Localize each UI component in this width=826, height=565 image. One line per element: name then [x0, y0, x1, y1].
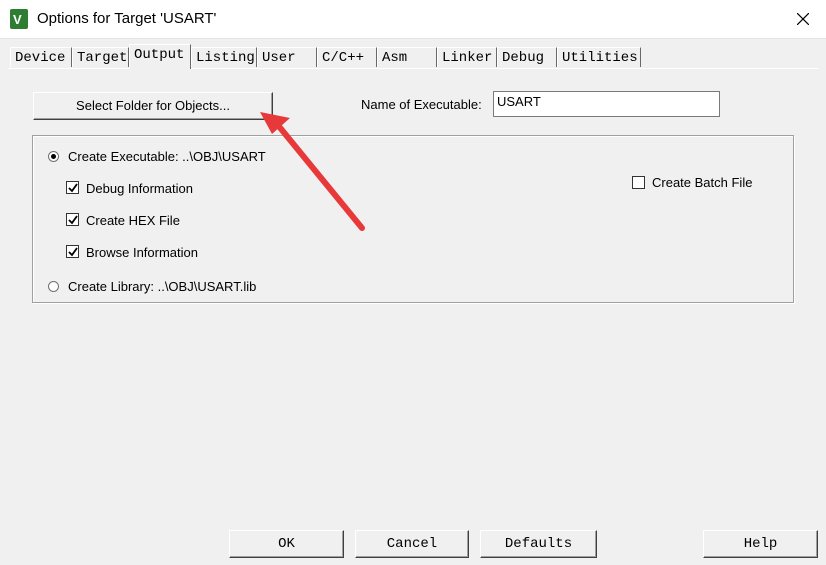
- close-button[interactable]: [780, 0, 826, 38]
- window-title: Options for Target 'USART': [37, 10, 217, 27]
- create-executable-radio[interactable]: [48, 151, 59, 162]
- create-library-radio[interactable]: [48, 281, 59, 292]
- name-of-executable-input[interactable]: USART: [493, 91, 720, 117]
- create-executable-label: Create Executable: ..\OBJ\USART: [68, 149, 266, 164]
- checkmark-icon: [68, 183, 78, 193]
- tab-user[interactable]: User: [257, 47, 317, 67]
- checkmark-icon: [68, 215, 78, 225]
- defaults-button[interactable]: Defaults: [480, 530, 597, 558]
- close-icon: [797, 13, 809, 25]
- tab-linker[interactable]: Linker: [437, 47, 497, 67]
- name-of-executable-label: Name of Executable:: [361, 97, 482, 112]
- tab-debug[interactable]: Debug: [497, 47, 557, 67]
- tab-device[interactable]: Device: [10, 47, 72, 67]
- checkmark-icon: [68, 247, 78, 257]
- select-folder-for-objects-button[interactable]: Select Folder for Objects...: [33, 92, 273, 120]
- create-library-label: Create Library: ..\OBJ\USART.lib: [68, 279, 257, 294]
- tab-output[interactable]: Output: [129, 44, 191, 69]
- radio-selected-dot: [51, 154, 56, 159]
- debug-information-label: Debug Information: [86, 181, 193, 196]
- create-batch-file-checkbox[interactable]: [632, 176, 645, 189]
- create-hex-file-label: Create HEX File: [86, 213, 180, 228]
- tab-utilities[interactable]: Utilities: [557, 47, 641, 67]
- tab-asm[interactable]: Asm: [377, 47, 437, 67]
- tab-target[interactable]: Target: [72, 47, 129, 67]
- keil-app-icon: V: [10, 9, 28, 29]
- svg-text:V: V: [13, 12, 22, 27]
- create-batch-file-label: Create Batch File: [652, 175, 753, 190]
- browse-information-label: Browse Information: [86, 245, 198, 260]
- browse-information-checkbox[interactable]: [66, 245, 79, 258]
- cancel-button[interactable]: Cancel: [355, 530, 469, 558]
- help-button[interactable]: Help: [703, 530, 818, 558]
- create-hex-file-checkbox[interactable]: [66, 213, 79, 226]
- tab-listing[interactable]: Listing: [191, 47, 257, 67]
- title-bar: V Options for Target 'USART': [0, 0, 826, 39]
- tab-c-cpp[interactable]: C/C++: [317, 47, 377, 67]
- ok-button[interactable]: OK: [229, 530, 344, 558]
- debug-information-checkbox[interactable]: [66, 181, 79, 194]
